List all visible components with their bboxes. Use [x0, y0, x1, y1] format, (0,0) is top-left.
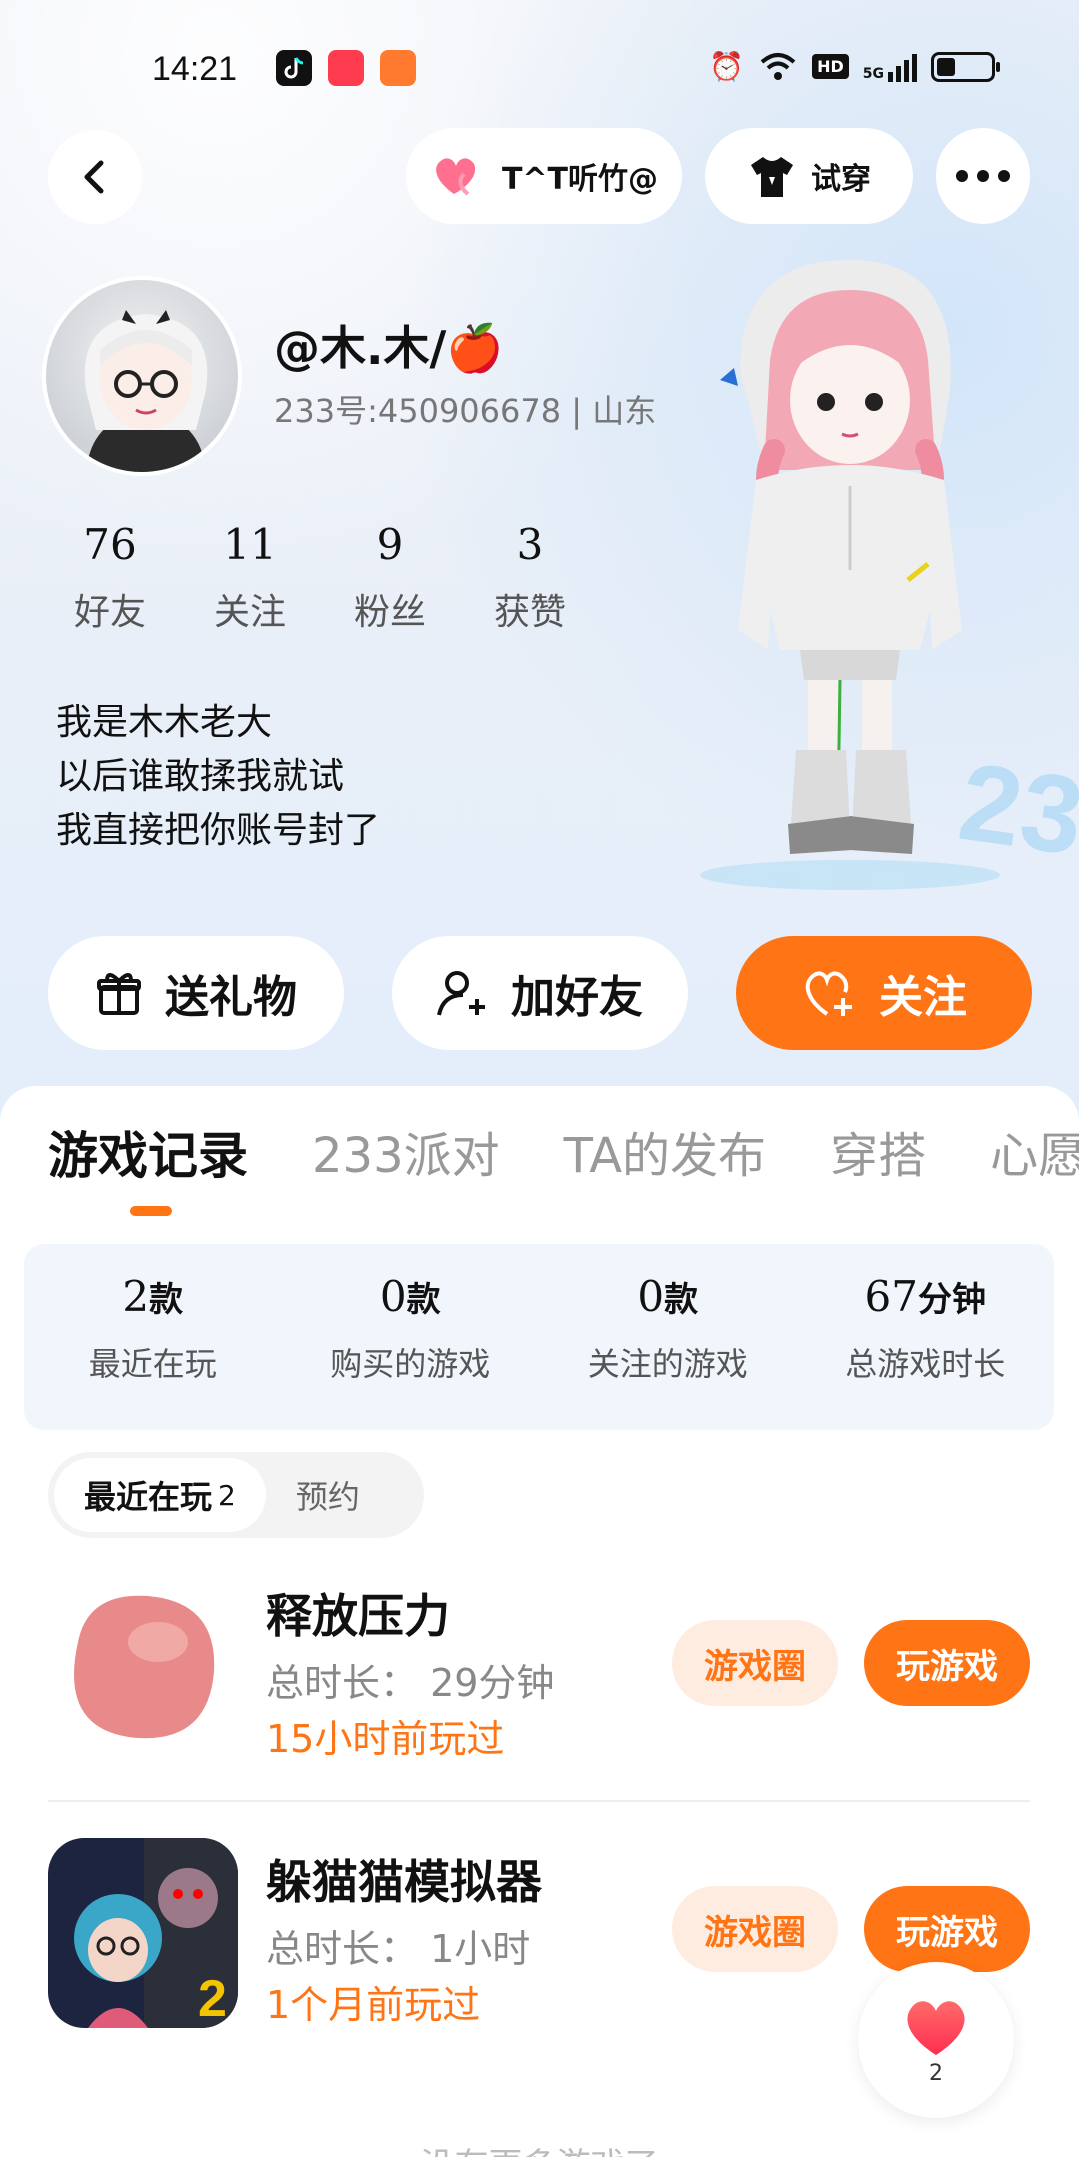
app-icon-red — [328, 50, 364, 86]
tab-posts[interactable]: TA的发布 — [564, 1116, 766, 1188]
game-name: 躲猫猫模拟器 — [266, 1855, 542, 1909]
stat-fans[interactable]: 9 粉丝 — [320, 520, 460, 635]
tab-233-party[interactable]: 233派对 — [312, 1116, 500, 1188]
wifi-icon — [760, 52, 796, 80]
summary-label: 购买的游戏 — [330, 1345, 491, 1383]
add-friend-label: 加好友 — [511, 972, 643, 1023]
game-playtime: 总时长： 29分钟 — [266, 1661, 555, 1705]
heart-plus-icon — [805, 971, 852, 1016]
5g-signal-icon: 5G — [863, 52, 917, 82]
summary-label: 最近在玩 — [88, 1345, 217, 1383]
stat-friends[interactable]: 76 好友 — [40, 520, 180, 635]
bio-line: 我直接把你账号封了 — [56, 810, 381, 851]
stat-value: 3 — [516, 520, 544, 569]
game-last-played: 1个月前玩过 — [266, 1983, 481, 2027]
stat-following[interactable]: 11 关注 — [180, 520, 320, 635]
summary-unit: 款 — [149, 1280, 184, 1320]
subtab-recent-label: 最近在玩 — [84, 1478, 213, 1516]
send-gift-label: 送礼物 — [165, 972, 297, 1023]
like-float-button[interactable]: 2 — [858, 1962, 1014, 2118]
game-icon-hide-and-seek[interactable]: 2 — [48, 1838, 238, 2028]
add-user-icon — [437, 971, 485, 1016]
close-friend-label: T^T听竹@ — [501, 162, 659, 197]
game-row[interactable]: 释放压力 总时长： 29分钟 15小时前玩过 游戏圈 玩游戏 — [0, 1572, 1079, 1812]
heart-icon — [436, 158, 476, 196]
back-button[interactable] — [48, 130, 142, 224]
game-subtabs: 最近在玩 2 预约 — [48, 1452, 424, 1538]
active-tab-indicator — [130, 1206, 172, 1216]
username: @木.木/🍎 — [274, 321, 504, 375]
chevron-left-icon — [84, 160, 104, 194]
stat-label: 好友 — [73, 592, 146, 633]
tab-wishes[interactable]: 心愿 — [990, 1116, 1079, 1188]
tiktok-icon — [276, 50, 312, 86]
status-bar: 14:21 ⏰ HD 5G — [0, 0, 1079, 130]
profile-stats: 76 好友 11 关注 9 粉丝 3 获赞 — [40, 520, 600, 635]
summary-value: 0 — [637, 1272, 665, 1321]
app-icon-orange — [380, 50, 416, 86]
row-divider — [48, 1800, 1030, 1802]
tab-outfits[interactable]: 穿搭 — [830, 1116, 926, 1188]
stat-label: 获赞 — [493, 592, 566, 633]
game-circle-button[interactable]: 游戏圈 — [672, 1620, 838, 1706]
game-playtime: 总时长： 1小时 — [266, 1927, 531, 1971]
more-dots-icon — [956, 170, 1010, 182]
alarm-icon: ⏰ — [709, 50, 745, 83]
summary-unit: 款 — [406, 1280, 441, 1320]
stat-value: 76 — [83, 520, 137, 569]
try-on-label: 试穿 — [811, 162, 871, 197]
try-on-button[interactable]: 试穿 — [705, 128, 913, 224]
add-friend-button[interactable]: 加好友 — [392, 936, 688, 1050]
stat-value: 11 — [223, 520, 277, 569]
summary-label: 关注的游戏 — [587, 1345, 748, 1383]
play-game-button[interactable]: 玩游戏 — [864, 1886, 1030, 1972]
game-last-played: 15小时前玩过 — [266, 1717, 505, 1761]
stat-label: 粉丝 — [353, 592, 426, 633]
tshirt-icon — [751, 157, 793, 197]
avatar[interactable] — [42, 276, 242, 476]
avatar-character-3d[interactable] — [700, 250, 1000, 870]
like-count: 2 — [929, 2060, 943, 2086]
game-name: 释放压力 — [266, 1589, 450, 1643]
stat-likes[interactable]: 3 获赞 — [460, 520, 600, 635]
bio: 我是木木老大 以后谁敢揉我就试 我直接把你账号封了 — [56, 696, 380, 858]
send-gift-button[interactable]: 送礼物 — [48, 936, 344, 1050]
heart-icon — [907, 2000, 965, 2055]
summary-value: 2 — [122, 1272, 150, 1321]
summary-value: 67 — [864, 1272, 918, 1321]
gift-icon — [97, 973, 141, 1015]
summary-total-time[interactable]: 67分钟 总游戏时长 — [797, 1244, 1055, 1430]
hd-icon: HD — [812, 54, 849, 79]
more-button[interactable] — [936, 128, 1030, 224]
follow-button[interactable]: 关注 — [736, 936, 1032, 1050]
summary-label: 总游戏时长 — [845, 1345, 1006, 1383]
battery-icon — [931, 51, 1000, 82]
subtab-reserve[interactable]: 预约 — [266, 1458, 390, 1532]
status-icons: ⏰ HD 5G — [709, 50, 1000, 83]
stat-value: 9 — [376, 520, 404, 569]
tab-game-records[interactable]: 游戏记录 — [48, 1116, 248, 1188]
game-circle-button[interactable]: 游戏圈 — [672, 1886, 838, 1972]
game-summary: 2款 最近在玩 0款 购买的游戏 0款 关注的游戏 67分钟 总游戏时长 — [24, 1244, 1054, 1430]
summary-purchased[interactable]: 0款 购买的游戏 — [282, 1244, 540, 1430]
user-id-location[interactable]: 233号:450906678 | 山东 — [274, 386, 656, 432]
bio-line: 我是木木老大 — [56, 702, 273, 743]
content-tabs: 游戏记录 233派对 TA的发布 穿搭 心愿 — [48, 1116, 1079, 1188]
subtab-recent[interactable]: 最近在玩 2 — [54, 1458, 266, 1532]
stat-label: 关注 — [213, 592, 286, 633]
subtab-recent-count: 2 — [218, 1478, 236, 1512]
game-icon-badge: 2 — [198, 1970, 227, 2028]
summary-unit: 款 — [664, 1280, 699, 1320]
summary-recent[interactable]: 2款 最近在玩 — [24, 1244, 282, 1430]
status-time: 14:21 — [152, 50, 238, 88]
bio-line: 以后谁敢揉我就试 — [56, 756, 345, 797]
no-more-games-text: 没有更多游戏了 — [0, 2138, 1079, 2157]
follow-label: 关注 — [879, 972, 967, 1023]
play-game-button[interactable]: 玩游戏 — [864, 1620, 1030, 1706]
game-icon-stress-ball[interactable] — [48, 1572, 238, 1762]
close-friend-pill[interactable]: T^T听竹@ — [406, 128, 682, 224]
summary-followed[interactable]: 0款 关注的游戏 — [539, 1244, 797, 1430]
summary-unit: 分钟 — [917, 1280, 986, 1320]
summary-value: 0 — [379, 1272, 407, 1321]
